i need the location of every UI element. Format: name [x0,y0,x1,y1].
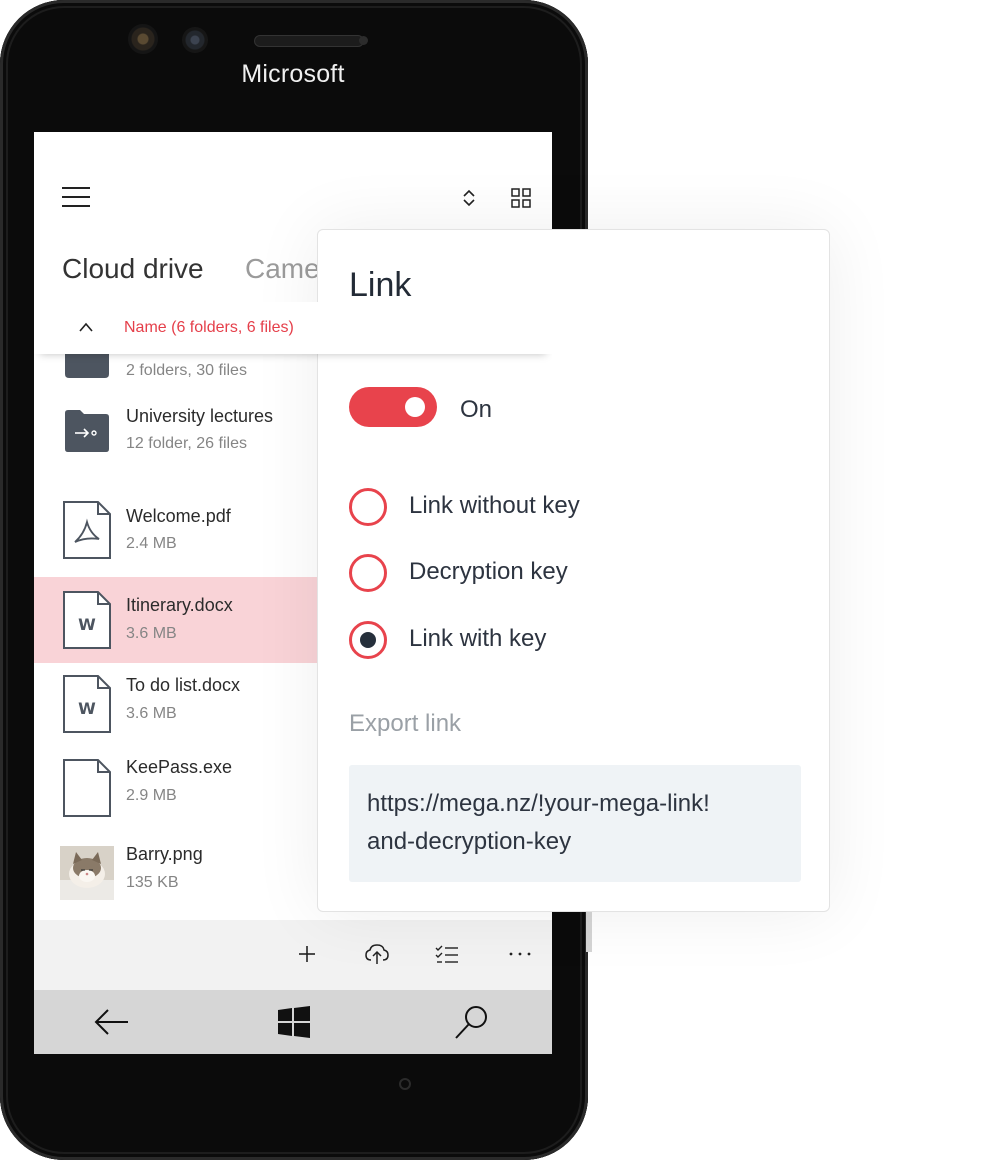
tab-cloud-drive[interactable]: Cloud drive [62,253,204,285]
image-thumbnail [60,846,114,900]
svg-text:W: W [78,615,96,634]
shared-folder-icon [65,410,109,452]
dialog-title: Link [349,266,412,304]
file-name: Barry.png [126,844,203,864]
radio-label: Decryption key [409,558,568,585]
file-name: KeePass.exe [126,757,233,777]
radio-decryption-key[interactable]: Decryption key [349,554,789,598]
radio-circle-selected[interactable] [349,621,387,659]
export-link-line-1: https://mega.nz/!your-mega-link! [367,790,710,817]
word-file-icon: W [63,591,111,649]
sort-label[interactable]: Name (6 folders, 6 files) [124,319,294,337]
radio-link-without-key[interactable]: Link without key [349,488,789,532]
file-meta: 3.6 MB [126,705,177,722]
file-meta: 2.4 MB [126,535,177,552]
enable-link-toggle[interactable] [349,387,437,427]
file-meta: 135 KB [126,874,179,891]
svg-text:W: W [78,699,96,718]
upload-icon[interactable] [364,942,390,966]
select-icon[interactable] [434,942,460,966]
file-name: Welcome.pdf [126,506,231,526]
export-link-line-2: and-decryption-key [367,828,572,855]
radio-circle[interactable] [349,554,387,592]
toggle-state-label: On [460,396,493,423]
windows-icon[interactable] [274,1004,314,1040]
sort-icon[interactable] [460,188,478,208]
radio-link-with-key[interactable]: Link with key [349,621,789,665]
radio-label: Link without key [409,492,580,519]
bottom-toolbar [34,920,552,990]
front-camera [128,24,158,54]
tab-camera-uploads[interactable]: Came [245,253,320,285]
notification-led [399,1078,411,1090]
toggle-knob [405,397,425,417]
file-meta: 3.6 MB [126,625,177,642]
sort-bar: Name (6 folders, 6 files) [34,302,552,354]
windows-nav-bar [34,990,552,1054]
radio-label: Link with key [409,625,547,652]
phone-side-button [586,910,592,952]
file-meta: 12 folder, 26 files [126,435,247,452]
earpiece-speaker [254,35,364,47]
front-sensor [182,27,208,53]
export-link-label: Export link [349,710,462,737]
radio-selected-dot [360,632,376,648]
file-name: To do list.docx [126,675,241,695]
radio-circle[interactable] [349,488,387,526]
file-meta: 2.9 MB [126,787,177,804]
more-icon[interactable] [508,942,532,966]
back-icon[interactable] [92,1004,132,1040]
chevron-up-icon[interactable] [78,320,94,334]
word-file-icon: W [63,675,111,733]
grid-view-icon[interactable] [511,188,531,208]
export-link-field[interactable]: https://mega.nz/!your-mega-link! and-dec… [349,765,801,882]
pdf-file-icon [63,501,111,559]
add-icon[interactable] [295,942,319,966]
brand-logo: Microsoft [241,60,345,88]
generic-file-icon [63,759,111,817]
file-name: University lectures [126,406,274,426]
file-name: Itinerary.docx [126,595,233,615]
search-icon[interactable] [452,1004,492,1040]
file-meta: 2 folders, 30 files [126,362,247,379]
proximity-sensor [359,36,368,45]
hamburger-icon[interactable] [62,187,90,209]
